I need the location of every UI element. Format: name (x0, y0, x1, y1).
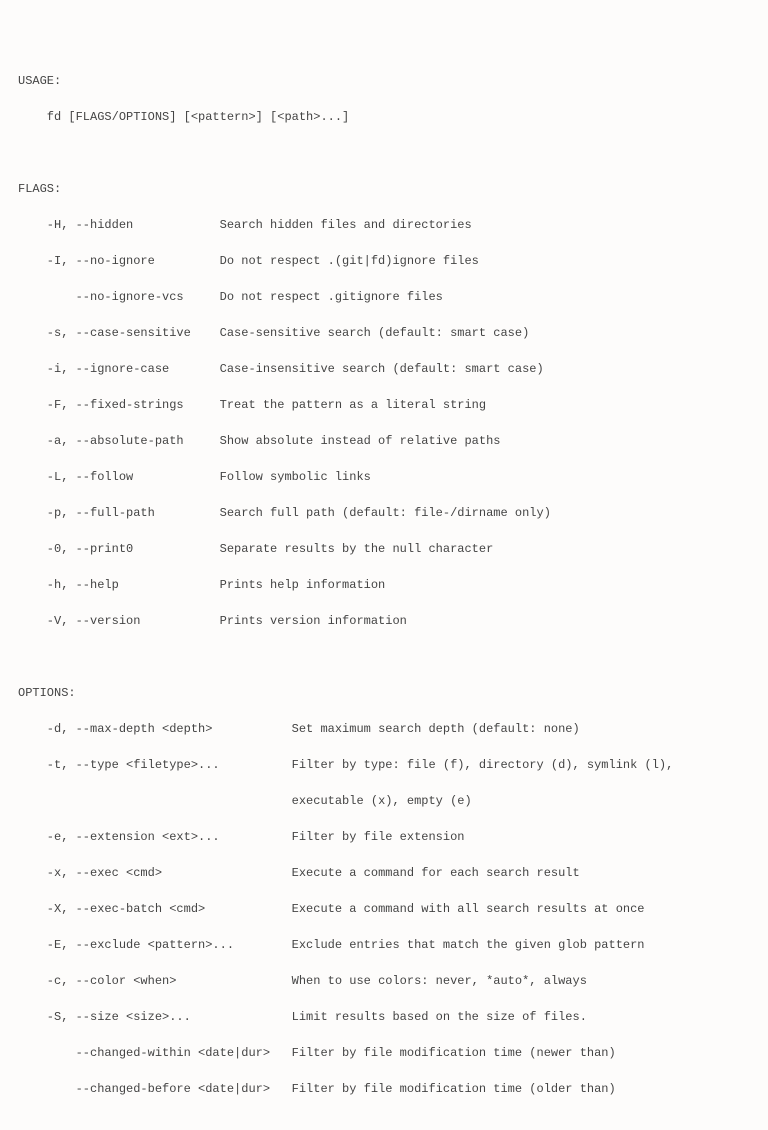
option-opt: --changed-within <date|dur> (18, 1046, 270, 1060)
option-desc: Limit results based on the size of files… (270, 1010, 587, 1024)
flag-opt: -h, --help (18, 578, 198, 592)
flag-desc: Search full path (default: file-/dirname… (198, 506, 551, 520)
flag-desc: Show absolute instead of relative paths (198, 434, 500, 448)
flag-row: -H, --hidden Search hidden files and dir… (18, 216, 750, 234)
flag-opt: -s, --case-sensitive (18, 326, 198, 340)
spacer (18, 144, 750, 162)
flag-desc: Separate results by the null character (198, 542, 493, 556)
option-row: -X, --exec-batch <cmd> Execute a command… (18, 900, 750, 918)
option-opt (18, 794, 270, 808)
option-opt: -d, --max-depth <depth> (18, 722, 270, 736)
option-opt: -c, --color <when> (18, 974, 270, 988)
option-row: --changed-before <date|dur> Filter by fi… (18, 1080, 750, 1098)
flag-row: --no-ignore-vcs Do not respect .gitignor… (18, 288, 750, 306)
option-desc: Execute a command for each search result (270, 866, 580, 880)
usage-line: fd [FLAGS/OPTIONS] [<pattern>] [<path>..… (18, 108, 750, 126)
flag-desc: Prints version information (198, 614, 407, 628)
flag-row: -0, --print0 Separate results by the nul… (18, 540, 750, 558)
option-desc: Filter by file modification time (older … (270, 1082, 616, 1096)
flag-desc: Prints help information (198, 578, 385, 592)
option-opt: -X, --exec-batch <cmd> (18, 902, 270, 916)
flag-desc: Case-insensitive search (default: smart … (198, 362, 544, 376)
flag-desc: Follow symbolic links (198, 470, 371, 484)
option-opt: -E, --exclude <pattern>... (18, 938, 270, 952)
flag-row: -F, --fixed-strings Treat the pattern as… (18, 396, 750, 414)
flag-row: -I, --no-ignore Do not respect .(git|fd)… (18, 252, 750, 270)
flag-row: -s, --case-sensitive Case-sensitive sear… (18, 324, 750, 342)
option-row: --changed-within <date|dur> Filter by fi… (18, 1044, 750, 1062)
option-opt: -e, --extension <ext>... (18, 830, 270, 844)
flag-desc: Do not respect .gitignore files (198, 290, 443, 304)
option-row: -x, --exec <cmd> Execute a command for e… (18, 864, 750, 882)
usage-header: USAGE: (18, 72, 750, 90)
option-desc: Set maximum search depth (default: none) (270, 722, 580, 736)
flag-desc: Treat the pattern as a literal string (198, 398, 486, 412)
flag-opt: -p, --full-path (18, 506, 198, 520)
option-desc: executable (x), empty (e) (270, 794, 472, 808)
option-desc: Filter by file extension (270, 830, 464, 844)
flag-opt: -I, --no-ignore (18, 254, 198, 268)
flag-opt: -F, --fixed-strings (18, 398, 198, 412)
flag-desc: Do not respect .(git|fd)ignore files (198, 254, 479, 268)
spacer (18, 1116, 750, 1130)
flag-row: -L, --follow Follow symbolic links (18, 468, 750, 486)
flag-row: -h, --help Prints help information (18, 576, 750, 594)
flag-row: -a, --absolute-path Show absolute instea… (18, 432, 750, 450)
option-row: -S, --size <size>... Limit results based… (18, 1008, 750, 1026)
flag-row: -V, --version Prints version information (18, 612, 750, 630)
flag-opt: -0, --print0 (18, 542, 198, 556)
option-desc: Filter by type: file (f), directory (d),… (270, 758, 673, 772)
flag-row: -i, --ignore-case Case-insensitive searc… (18, 360, 750, 378)
spacer (18, 648, 750, 666)
flag-opt: -V, --version (18, 614, 198, 628)
option-row: -d, --max-depth <depth> Set maximum sear… (18, 720, 750, 738)
flag-desc: Search hidden files and directories (198, 218, 472, 232)
option-opt: --changed-before <date|dur> (18, 1082, 270, 1096)
option-row: -e, --extension <ext>... Filter by file … (18, 828, 750, 846)
option-desc: Filter by file modification time (newer … (270, 1046, 616, 1060)
flag-opt: --no-ignore-vcs (18, 290, 198, 304)
flag-opt: -L, --follow (18, 470, 198, 484)
flag-opt: -H, --hidden (18, 218, 198, 232)
flag-opt: -a, --absolute-path (18, 434, 198, 448)
option-opt: -S, --size <size>... (18, 1010, 270, 1024)
option-row: -t, --type <filetype>... Filter by type:… (18, 756, 750, 774)
option-opt: -t, --type <filetype>... (18, 758, 270, 772)
options-header: OPTIONS: (18, 684, 750, 702)
option-desc: Execute a command with all search result… (270, 902, 644, 916)
option-opt: -x, --exec <cmd> (18, 866, 270, 880)
flag-row: -p, --full-path Search full path (defaul… (18, 504, 750, 522)
option-row: -c, --color <when> When to use colors: n… (18, 972, 750, 990)
option-row: executable (x), empty (e) (18, 792, 750, 810)
option-desc: Exclude entries that match the given glo… (270, 938, 644, 952)
option-row: -E, --exclude <pattern>... Exclude entri… (18, 936, 750, 954)
flag-opt: -i, --ignore-case (18, 362, 198, 376)
flag-desc: Case-sensitive search (default: smart ca… (198, 326, 529, 340)
flags-header: FLAGS: (18, 180, 750, 198)
option-desc: When to use colors: never, *auto*, alway… (270, 974, 587, 988)
